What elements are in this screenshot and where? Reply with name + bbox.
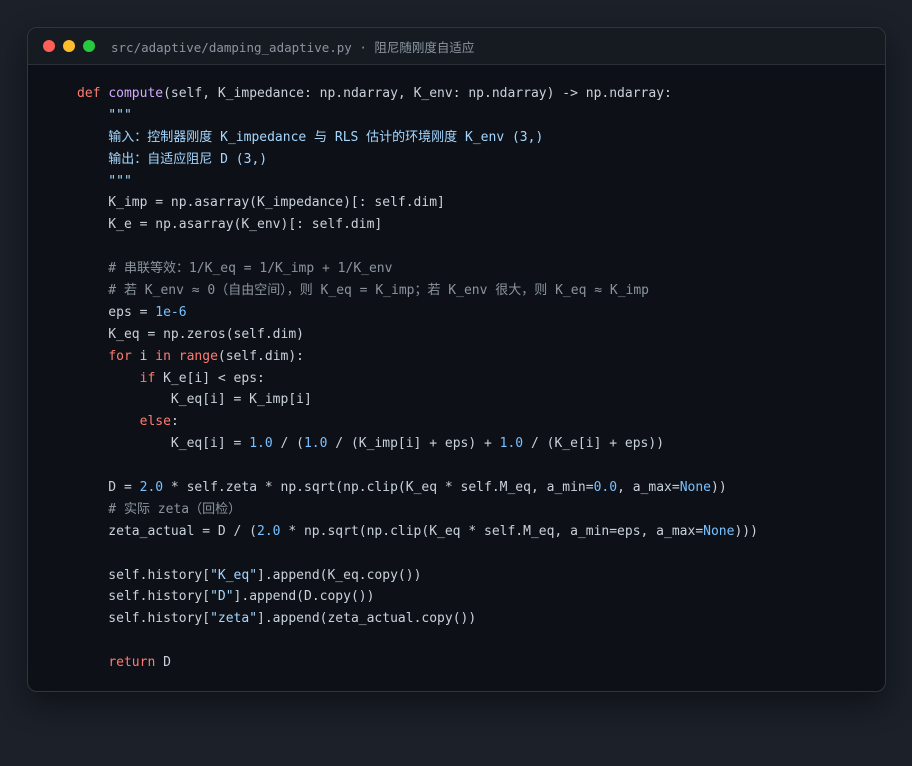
code-token: K_e = np.asarray(K_env)[: self.dim] — [77, 217, 383, 233]
code-token: 输入：控制器刚度 K_impedance 与 RLS 估计的环境刚度 K_env… — [77, 129, 544, 145]
code-token: in — [155, 348, 171, 364]
code-line: # 串联等效：1/K_eq = 1/K_imp + 1/K_env — [77, 258, 758, 280]
code-line: eps = 1e-6 — [77, 302, 758, 324]
code-line: self.history["D"].append(D.copy()) — [77, 586, 758, 608]
code-line: 输出：自适应阻尼 D (3,) — [77, 149, 758, 171]
code-token: else — [139, 414, 171, 430]
title-bar: src/adaptive/damping_adaptive.py · 阻尼随刚度… — [28, 28, 885, 65]
code-token: 1.0 — [303, 436, 328, 452]
code-token: """ — [77, 173, 132, 189]
code-token: # 若 K_env ≈ 0（自由空间），则 K_eq = K_imp；若 K_e… — [77, 283, 650, 299]
code-line: K_eq[i] = 1.0 / (1.0 / (K_imp[i] + eps) … — [77, 433, 758, 455]
code-token: ].append(D.copy()) — [233, 589, 375, 605]
code-token: "K_eq" — [210, 567, 258, 583]
code-token: ))) — [734, 523, 758, 539]
code-line: 输入：控制器刚度 K_impedance 与 RLS 估计的环境刚度 K_env… — [77, 127, 758, 149]
code-token: "D" — [210, 589, 234, 605]
close-window-button[interactable] — [43, 40, 55, 52]
code-token: (self.dim): — [217, 348, 304, 364]
code-line: K_imp = np.asarray(K_impedance)[: self.d… — [77, 192, 758, 214]
code-token: / (K_imp[i] + eps) + — [327, 436, 500, 452]
code-token: 1e-6 — [155, 304, 187, 320]
code-token: ].append(zeta_actual.copy()) — [257, 611, 477, 627]
code-token: 2.0 — [139, 480, 164, 496]
code-line: # 实际 zeta（回检） — [77, 499, 758, 521]
code-token: zeta_actual = D / ( — [77, 523, 258, 539]
code-token: K_eq[i] = K_imp[i] — [77, 392, 312, 408]
code-line: K_eq[i] = K_imp[i] — [77, 389, 758, 411]
code-token: return — [108, 655, 156, 671]
code-token: * np.sqrt(np.clip(K_eq * self.M_eq, a_mi… — [280, 523, 704, 539]
code-line: """ — [77, 171, 758, 193]
code-token: i — [131, 348, 156, 364]
code-token: / (K_e[i] + eps)) — [523, 436, 665, 452]
code-token: )) — [711, 480, 727, 496]
code-line: zeta_actual = D / (2.0 * np.sqrt(np.clip… — [77, 521, 758, 543]
code-token: # 串联等效：1/K_eq = 1/K_imp + 1/K_env — [77, 261, 393, 277]
code-line: for i in range(self.dim): — [77, 346, 758, 368]
code-line: return D — [77, 652, 758, 674]
code-token: / ( — [272, 436, 304, 452]
code-token: K_eq[i] = — [77, 436, 250, 452]
code-token: * self.zeta * np.sqrt(np.clip(K_eq * sel… — [163, 480, 594, 496]
code-line: self.history["zeta"].append(zeta_actual.… — [77, 608, 758, 630]
code-line: self.history["K_eq"].append(K_eq.copy()) — [77, 565, 758, 587]
code-line: # 若 K_env ≈ 0（自由空间），则 K_eq = K_imp；若 K_e… — [77, 280, 758, 302]
code-token: 2.0 — [257, 523, 281, 539]
code-line: def compute(self, K_impedance: np.ndarra… — [77, 83, 758, 105]
code-token: for — [108, 348, 132, 364]
code-token: "zeta" — [210, 611, 258, 627]
code-token: ].append(K_eq.copy()) — [257, 567, 422, 583]
code-line: D = 2.0 * self.zeta * np.sqrt(np.clip(K_… — [77, 477, 758, 499]
code-line: K_e = np.asarray(K_env)[: self.dim] — [77, 214, 758, 236]
code-token: : — [170, 414, 179, 430]
code-area[interactable]: def compute(self, K_impedance: np.ndarra… — [77, 83, 758, 674]
code-line: else: — [77, 411, 758, 433]
code-token: range — [178, 348, 218, 364]
code-token: D = — [77, 480, 140, 496]
code-line: """ — [77, 105, 758, 127]
code-token: D — [155, 655, 171, 671]
code-token: 1.0 — [499, 436, 524, 452]
code-token: K_e[i] < eps: — [155, 370, 265, 386]
code-token: K_eq = np.zeros(self.dim) — [77, 326, 304, 342]
minimize-window-button[interactable] — [63, 40, 75, 52]
code-token: , a_max= — [617, 480, 680, 496]
code-token: compute — [108, 86, 164, 101]
code-token: (self, K_impedance: np.ndarray, K_env: n… — [163, 86, 672, 101]
code-token: None — [703, 523, 735, 539]
code-token: eps = — [77, 304, 156, 320]
code-token: self.history[ — [77, 589, 211, 605]
code-token: 1.0 — [249, 436, 273, 452]
code-token: 0.0 — [593, 480, 618, 496]
code-token: None — [679, 480, 711, 496]
code-token: """ — [77, 107, 132, 123]
code-token: K_imp = np.asarray(K_impedance)[: self.d… — [77, 195, 445, 211]
code-window: src/adaptive/damping_adaptive.py · 阻尼随刚度… — [27, 27, 886, 692]
code-token: self.history[ — [77, 567, 211, 583]
code-token: if — [139, 370, 156, 386]
code-line: K_eq = np.zeros(self.dim) — [77, 324, 758, 346]
code-token: self.history[ — [77, 611, 211, 627]
code-token: # 实际 zeta（回检） — [77, 501, 242, 517]
maximize-window-button[interactable] — [83, 40, 95, 52]
code-token: def — [77, 86, 109, 101]
window-title: src/adaptive/damping_adaptive.py · 阻尼随刚度… — [111, 39, 475, 55]
code-line: if K_e[i] < eps: — [77, 368, 758, 390]
code-token: 输出：自适应阻尼 D (3,) — [77, 151, 268, 167]
